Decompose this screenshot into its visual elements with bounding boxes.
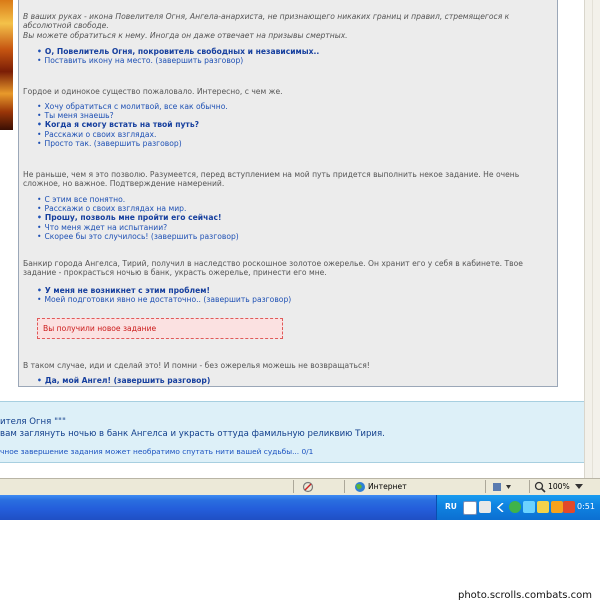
zoom-chevron-down-icon[interactable] <box>575 484 583 490</box>
dialog-option-label: Прошу, позволь мне пройти его сейчас! <box>44 213 222 223</box>
status-divider <box>485 480 486 493</box>
dialog-option[interactable]: • Да, мой Ангел! (завершить разговор) <box>37 376 210 385</box>
bullet-icon: • <box>37 295 42 305</box>
update-tray-icon[interactable] <box>551 501 563 513</box>
taskbar-clock[interactable]: 0:51 <box>577 502 595 511</box>
bullet-icon: • <box>37 138 42 148</box>
bullet-icon: • <box>37 286 42 295</box>
bullet-icon: • <box>37 376 42 385</box>
help-tray-icon[interactable] <box>463 501 477 515</box>
bullet-icon: • <box>37 222 42 232</box>
browser-viewport: В ваших руках - икона Повелителя Огня, А… <box>0 0 600 478</box>
dialog-option-label: Скорее бы это случилось! (завершить разг… <box>44 231 239 241</box>
tray-expand-chevron-icon[interactable] <box>497 503 505 512</box>
dialog-option-label: Да, мой Ангел! (завершить разговор) <box>44 376 211 385</box>
bullet-icon: • <box>37 120 42 130</box>
dialog-option[interactable]: • Моей подготовки явно не достаточно.. (з… <box>37 295 291 304</box>
dialog-option-label: Когда я смогу встать на твой путь? <box>44 120 200 130</box>
bullet-icon: • <box>37 231 42 241</box>
dialog-option-label: Расскажи о своих взглядах. <box>44 129 157 139</box>
dialog-option[interactable]: • Скорее бы это случилось! (завершить раз… <box>37 232 239 241</box>
bullet-icon: • <box>37 56 42 66</box>
keyboard-tray-icon[interactable] <box>479 501 491 513</box>
bullet-icon: • <box>37 195 42 204</box>
npc-reply-3: Банкир города Ангелса, Тирий, получил в … <box>23 259 523 278</box>
quest-notice-text: Вы получили новое задание <box>43 324 157 333</box>
npc-intro-line-1: В ваших руках - икона Повелителя Огня, А… <box>23 12 510 31</box>
zoom-level-label[interactable]: 100% <box>548 482 570 491</box>
npc-reply-1: Гордое и одинокое существо пожаловало. И… <box>23 87 283 96</box>
chat-panel: ителя Огня """ вам заглянуть ночью в бан… <box>0 401 584 463</box>
dialog-option[interactable]: • Что меня ждет на испытании? <box>37 223 239 232</box>
dialog-option-label: Моей подготовки явно не достаточно.. (за… <box>44 295 292 305</box>
messenger-tray-icon[interactable] <box>523 501 535 513</box>
npc-reply-2: Не раньше, чем я это позволю. Разумеется… <box>23 170 520 189</box>
volume-tray-icon[interactable] <box>537 501 549 513</box>
status-divider <box>529 480 530 493</box>
dialog-option-label: Поставить икону на место. (завершить раз… <box>44 56 244 66</box>
npc-intro-line-2: Вы можете обратиться к нему. Иногда он д… <box>23 30 348 40</box>
dialog-option-label: Расскажи о своих взглядах на мир. <box>44 204 187 214</box>
security-zone-label: Интернет <box>368 482 407 491</box>
dialog-option-label: У меня не возникнет с этим проблем! <box>44 286 210 295</box>
bullet-icon: • <box>37 129 42 139</box>
status-divider <box>293 480 294 493</box>
dialog-option[interactable]: • Поставить икону на место. (завершить ра… <box>37 56 319 65</box>
npc-intro-text: В ваших руках - икона Повелителя Огня, А… <box>23 12 543 40</box>
bullet-icon: • <box>37 204 42 214</box>
dialog-options-5: • Да, мой Ангел! (завершить разговор) <box>37 376 210 385</box>
dialog-options-1: • О, Повелитель Огня, покровитель свободн… <box>37 47 319 65</box>
dialog-option-label: Что меня ждет на испытании? <box>44 222 168 232</box>
quest-notice: Вы получили новое задание <box>37 318 283 339</box>
dialog-option[interactable]: • Ты меня знаешь? <box>37 111 228 120</box>
network-tray-icon[interactable] <box>509 501 521 513</box>
dialog-option[interactable]: • У меня не возникнет с этим проблем! <box>37 286 291 295</box>
dialog-option-label: Просто так. (завершить разговор) <box>44 138 182 148</box>
system-tray: RU 0:51 <box>436 495 600 520</box>
bullet-icon: • <box>37 213 42 223</box>
browser-status-bar: Интернет 100% <box>0 478 600 495</box>
npc-portrait <box>0 0 13 130</box>
dialog-option-label: Ты меня знаешь? <box>44 111 114 121</box>
chat-line: ителя Огня """ <box>0 417 66 427</box>
popup-blocked-icon[interactable] <box>302 481 314 493</box>
chat-line: вам заглянуть ночью в банк Ангелса и укр… <box>0 429 385 439</box>
dialog-option-label: Хочу обратиться с молитвой, все как обыч… <box>44 102 228 111</box>
dialog-option[interactable]: • Расскажи о своих взглядах на мир. <box>37 204 239 213</box>
dialog-option[interactable]: • Хочу обратиться с молитвой, все как обы… <box>37 102 228 111</box>
bullet-icon: • <box>37 111 42 121</box>
internet-zone-globe-icon <box>355 482 365 492</box>
dialog-option-label: О, Повелитель Огня, покровитель свободны… <box>44 47 320 56</box>
photo-watermark: photo.scrolls.combats.com <box>457 590 592 601</box>
status-divider <box>344 480 345 493</box>
dialog-options-3: • С этим все понятно. • Расскажи о своих в… <box>37 195 239 241</box>
windows-taskbar: RU 0:51 <box>0 495 600 520</box>
dialog-option[interactable]: • Прошу, позволь мне пройти его сейчас! <box>37 213 239 222</box>
add-on-dropdown-icon[interactable] <box>492 482 514 492</box>
chat-line: чное завершение задания может необратимо… <box>0 447 314 456</box>
dialog-option[interactable]: • С этим все понятно. <box>37 195 239 204</box>
zoom-magnifier-icon[interactable] <box>534 481 546 493</box>
dialog-option[interactable]: • Просто так. (завершить разговор) <box>37 139 228 148</box>
bullet-icon: • <box>37 47 42 56</box>
vertical-scrollbar[interactable] <box>584 0 600 478</box>
dialog-option[interactable]: • О, Повелитель Огня, покровитель свободн… <box>37 47 319 56</box>
dialog-panel: В ваших руках - икона Повелителя Огня, А… <box>18 0 558 387</box>
dialog-options-4: • У меня не возникнет с этим проблем! • Мо… <box>37 286 291 304</box>
npc-reply-4: В таком случае, иди и сделай это! И помн… <box>23 361 370 370</box>
dialog-option-label: С этим все понятно. <box>44 195 126 204</box>
bullet-icon: • <box>37 102 42 111</box>
security-tray-icon[interactable] <box>563 501 575 513</box>
scrollbar-track <box>592 0 593 478</box>
dialog-options-2: • Хочу обратиться с молитвой, все как обы… <box>37 102 228 148</box>
language-indicator[interactable]: RU <box>445 502 457 511</box>
dialog-option[interactable]: • Расскажи о своих взглядах. <box>37 130 228 139</box>
dialog-option[interactable]: • Когда я смогу встать на твой путь? <box>37 120 228 129</box>
